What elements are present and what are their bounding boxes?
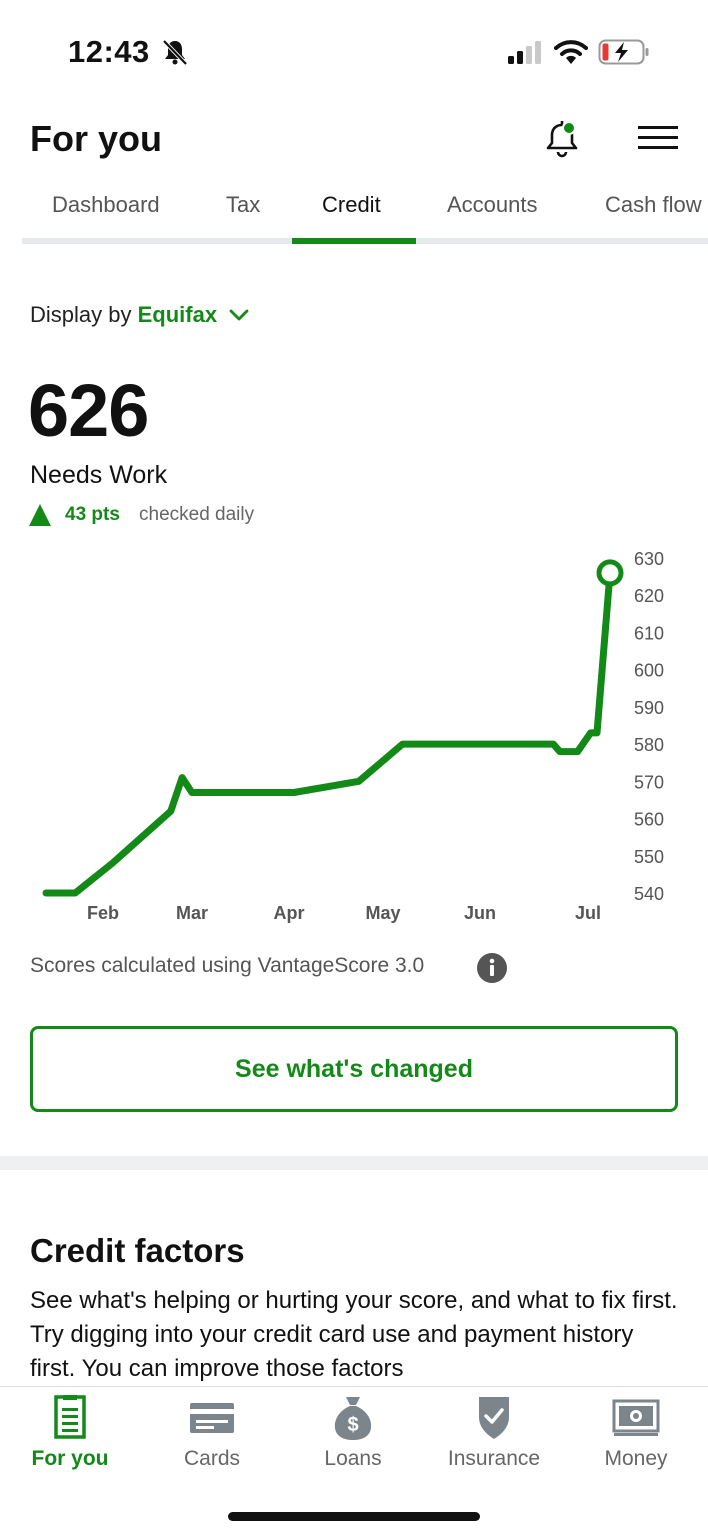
nav-loans[interactable]: $ Loans [283, 1395, 423, 1485]
display-by-row: Display by Equifax [30, 302, 249, 328]
x-tick-label: Jun [464, 903, 496, 923]
tab-cash-flow[interactable]: Cash flow [605, 192, 702, 240]
x-tick-label: Apr [274, 903, 305, 923]
y-tick-label: 630 [634, 549, 664, 569]
tab-dashboard[interactable]: Dashboard [52, 192, 160, 240]
y-tick-label: 580 [634, 735, 664, 755]
nav-money[interactable]: Money [566, 1395, 706, 1485]
nav-insurance-label: Insurance [447, 1447, 541, 1470]
score-history-chart: 540 550 560 570 580 590 600 610 620 630 Feb Mar Apr M… [42, 549, 664, 923]
header: For you [0, 110, 708, 170]
hamburger-menu-icon [638, 126, 678, 149]
info-icon[interactable] [476, 952, 508, 984]
credit-card-icon [190, 1403, 234, 1433]
credit-score: 626 [28, 369, 149, 452]
chevron-down-icon [229, 309, 249, 321]
nav-insurance[interactable]: Insurance [424, 1395, 564, 1485]
y-tick-label: 570 [634, 772, 664, 792]
credit-factors-title: Credit factors [30, 1232, 245, 1269]
bureau-selector[interactable]: Equifax [138, 302, 250, 327]
nav-money-label: Money [604, 1447, 668, 1470]
wifi-icon [554, 40, 588, 64]
svg-text:$: $ [347, 1414, 358, 1436]
x-tick-label: Mar [176, 903, 208, 923]
nav-cards[interactable]: Cards [142, 1395, 282, 1485]
triangle-up-icon [29, 504, 51, 526]
bell-icon [546, 121, 578, 158]
status-bar: 12:43 [0, 0, 708, 100]
page-title: For you [30, 118, 162, 159]
display-by-label: Display by [30, 302, 132, 327]
y-tick-label: 590 [634, 698, 664, 718]
tab-credit[interactable]: Credit [322, 192, 381, 240]
status-time: 12:43 [68, 34, 150, 69]
home-indicator [228, 1512, 480, 1521]
nav-cards-label: Cards [183, 1447, 241, 1470]
score-rating: Needs Work [30, 461, 168, 489]
notifications-button[interactable] [540, 116, 584, 160]
nav-for-you[interactable]: For you [0, 1395, 140, 1485]
score-change: 43 pts [65, 504, 120, 525]
tab-tax[interactable]: Tax [226, 192, 260, 240]
y-tick-label: 610 [634, 623, 664, 643]
tab-accounts[interactable]: Accounts [447, 192, 538, 240]
current-score-marker [596, 559, 624, 587]
see-whats-changed-button[interactable]: See what's changed [30, 1026, 678, 1112]
y-tick-label: 540 [634, 884, 664, 904]
x-tick-label: May [365, 903, 400, 923]
document-icon [54, 1395, 86, 1439]
y-tick-label: 620 [634, 586, 664, 606]
score-frequency: checked daily [139, 504, 255, 525]
nav-for-you-label: For you [31, 1447, 109, 1470]
nav-loans-label: Loans [324, 1447, 382, 1470]
x-tick-label: Jul [575, 903, 601, 923]
signal-icon [508, 41, 541, 64]
score-line [42, 569, 614, 897]
y-tick-label: 560 [634, 810, 664, 830]
menu-button[interactable] [634, 120, 682, 156]
y-tick-label: 600 [634, 661, 664, 681]
y-tick-label: 550 [634, 847, 664, 867]
score-model-note: Scores calculated using VantageScore 3.0 [30, 954, 425, 977]
active-tab-indicator [292, 238, 416, 244]
cash-icon [612, 1399, 660, 1436]
battery-charging-icon [598, 39, 649, 65]
tab-bar: Dashboard Tax Credit Accounts Cash flow [22, 180, 708, 244]
section-divider [0, 1156, 708, 1170]
money-bag-icon: $ [334, 1397, 372, 1440]
bureau-selector-label: Equifax [137, 302, 218, 327]
shield-check-icon [479, 1397, 509, 1439]
bell-off-icon [162, 39, 188, 66]
credit-factors-description: See what's helping or hurting your score… [30, 1287, 678, 1382]
x-tick-label: Feb [87, 903, 119, 923]
